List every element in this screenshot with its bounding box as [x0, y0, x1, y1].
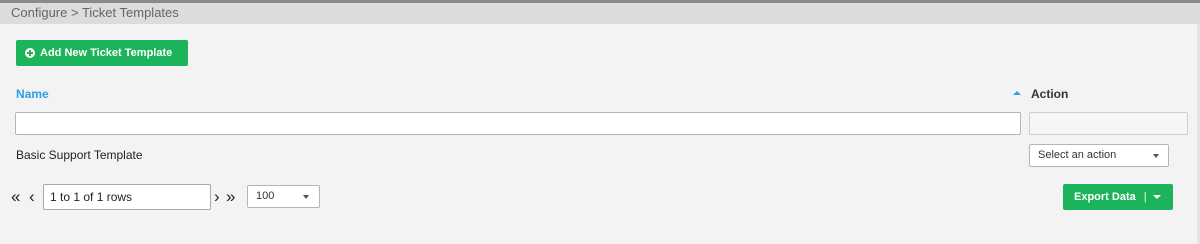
- row-action-select[interactable]: Select an action: [1029, 144, 1169, 167]
- column-header-name[interactable]: Name: [16, 87, 49, 101]
- add-ticket-template-button[interactable]: Add New Ticket Template: [16, 40, 188, 66]
- export-data-label: Export Data: [1074, 191, 1136, 203]
- plus-circle-icon: [25, 48, 35, 58]
- breadcrumb-text: Configure > Ticket Templates: [11, 5, 179, 20]
- sort-ascending-icon[interactable]: [1013, 91, 1021, 95]
- name-filter-input[interactable]: [15, 112, 1021, 135]
- first-page-icon[interactable]: «: [11, 188, 20, 205]
- previous-page-icon[interactable]: ‹: [29, 188, 35, 205]
- page-size-value: 100: [256, 190, 275, 202]
- add-ticket-template-label: Add New Ticket Template: [40, 47, 173, 59]
- row-action-select-value: Select an action: [1038, 149, 1117, 161]
- table-row-name: Basic Support Template: [16, 148, 143, 162]
- pagination-info: 1 to 1 of 1 rows: [43, 184, 211, 210]
- caret-down-icon[interactable]: [1152, 195, 1161, 199]
- chevron-down-icon: [303, 195, 309, 199]
- action-filter-field: [1029, 112, 1188, 135]
- export-data-button[interactable]: Export Data |: [1063, 184, 1173, 210]
- breadcrumb: Configure > Ticket Templates: [0, 3, 1200, 24]
- column-header-action: Action: [1031, 87, 1069, 101]
- last-page-icon[interactable]: »: [226, 188, 235, 205]
- page-size-select[interactable]: 100: [247, 185, 320, 208]
- chevron-down-icon: [1153, 154, 1159, 158]
- next-page-icon[interactable]: ›: [214, 188, 220, 205]
- export-separator: |: [1143, 191, 1147, 203]
